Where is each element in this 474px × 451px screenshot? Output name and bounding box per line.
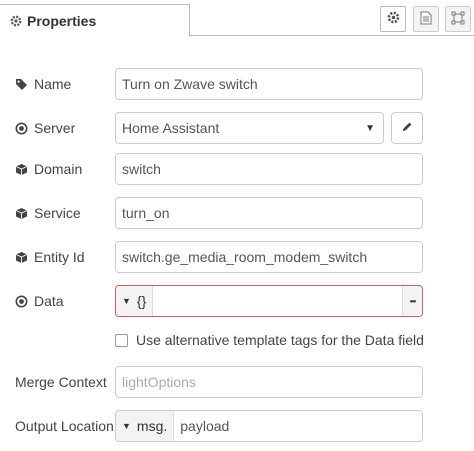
settings-tab-button[interactable] xyxy=(380,6,406,32)
name-input[interactable]: Turn on Zwave switch xyxy=(115,68,423,100)
entity-id-label: Entity Id xyxy=(15,247,85,267)
frame-icon xyxy=(451,11,465,28)
expand-editor-button[interactable]: ••• xyxy=(402,286,422,316)
domain-label: Domain xyxy=(15,159,82,179)
merge-context-input[interactable]: lightOptions xyxy=(115,366,423,398)
caret-down-icon: ▼ xyxy=(122,421,131,431)
dot-circle-icon xyxy=(15,295,31,308)
description-tab-button[interactable] xyxy=(413,6,439,32)
dot-circle-icon xyxy=(15,122,31,135)
entity-id-input[interactable]: switch.ge_media_room_modem_switch xyxy=(115,241,423,273)
tag-icon xyxy=(15,78,31,91)
data-label: Data xyxy=(15,291,64,311)
output-location-input[interactable]: ▼ msg. payload xyxy=(115,410,423,442)
editor-header: Properties xyxy=(0,0,474,37)
domain-input[interactable]: switch xyxy=(115,153,423,185)
appearance-tab-button[interactable] xyxy=(445,6,471,32)
merge-context-label: Merge Context xyxy=(15,374,107,390)
pencil-icon xyxy=(401,120,413,136)
service-label: Service xyxy=(15,203,81,223)
gear-icon xyxy=(387,11,400,27)
service-input[interactable]: turn_on xyxy=(115,197,423,229)
server-select[interactable]: Home Assistant ▼ xyxy=(115,112,384,144)
chevron-down-icon: ▼ xyxy=(365,123,375,134)
data-input[interactable]: ▼ {} ••• xyxy=(115,285,423,317)
data-type-select[interactable]: ▼ {} xyxy=(116,286,154,316)
caret-down-icon: ▼ xyxy=(122,296,131,306)
gear-icon xyxy=(10,15,22,27)
name-label: Name xyxy=(15,74,71,94)
output-location-label: Output Location xyxy=(15,418,114,434)
tab-properties[interactable]: Properties xyxy=(0,4,190,37)
tab-label: Properties xyxy=(27,13,97,29)
cube-icon xyxy=(15,207,31,220)
alt-template-tags-checkbox[interactable] xyxy=(115,333,128,347)
cube-icon xyxy=(15,251,31,264)
document-icon xyxy=(420,11,432,28)
alt-template-tags-row: Use alternative template tags for the Da… xyxy=(115,332,424,348)
cube-icon xyxy=(15,163,31,176)
edit-server-button[interactable] xyxy=(391,112,423,144)
server-label: Server xyxy=(15,118,75,138)
output-type-select[interactable]: ▼ msg. xyxy=(116,411,175,441)
